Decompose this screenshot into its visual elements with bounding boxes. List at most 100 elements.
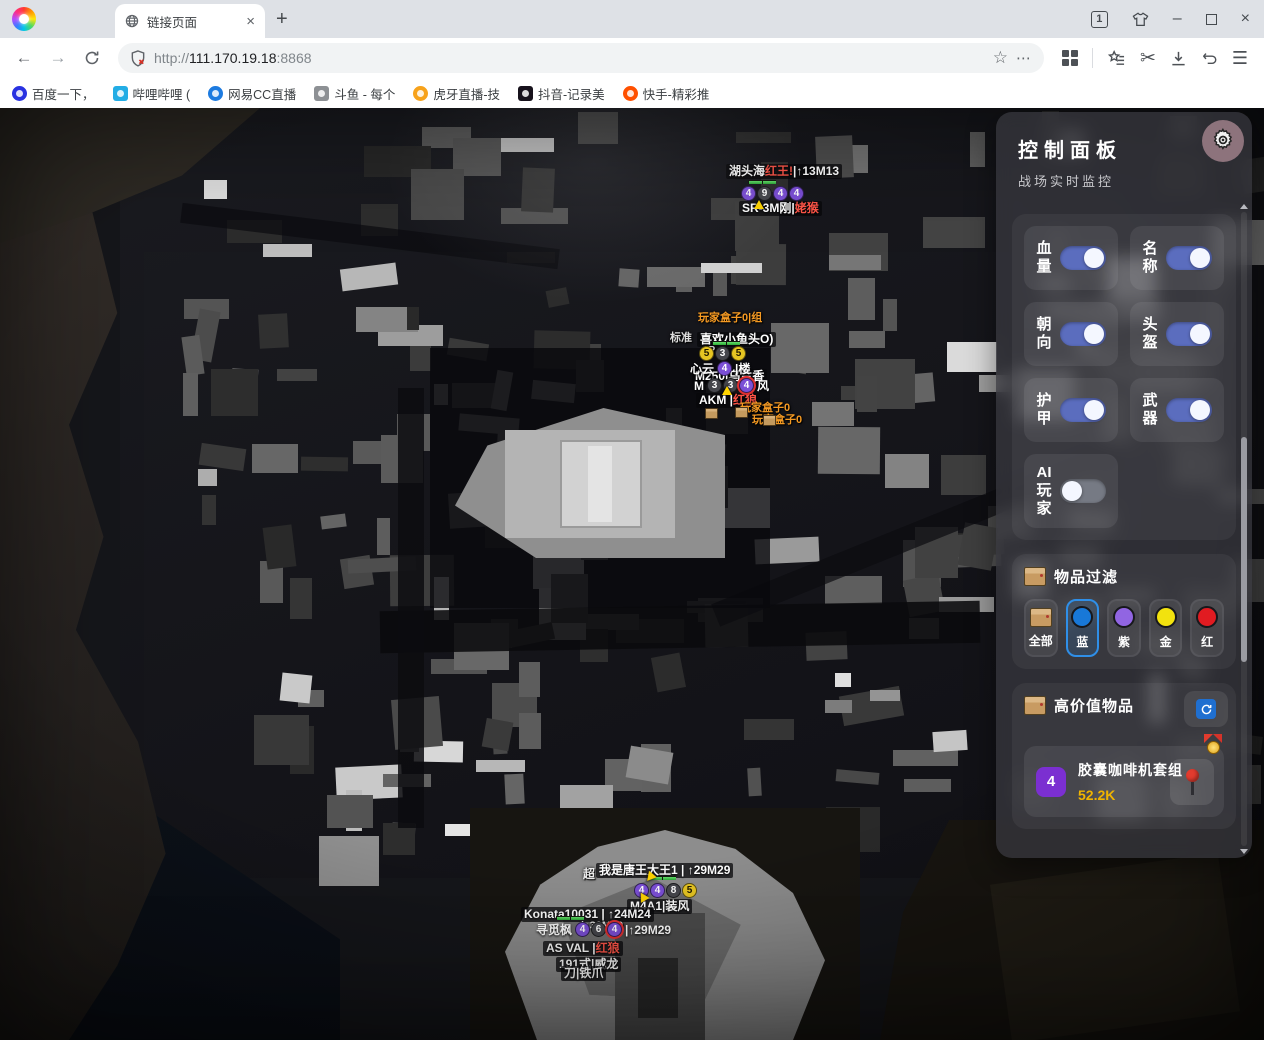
bookmark-label: 虎牙直播-技 <box>433 84 500 103</box>
reload-button[interactable] <box>78 44 106 72</box>
undo-icon[interactable] <box>1201 50 1218 66</box>
filter-option-金[interactable]: 金 <box>1149 599 1183 657</box>
bookmark-item[interactable]: 快手-精彩推 <box>623 84 710 103</box>
panel-scroll-up-icon[interactable] <box>1240 204 1248 209</box>
maximize-button[interactable] <box>1206 14 1217 25</box>
minimize-button[interactable]: – <box>1173 11 1182 27</box>
toggle-switch-血量[interactable] <box>1060 246 1106 270</box>
apps-grid-icon[interactable] <box>1062 50 1078 66</box>
filter-option-红[interactable]: 红 <box>1190 599 1224 657</box>
panel-subtitle: 战场实时监控 <box>1018 171 1230 190</box>
bookmarks-bar: 百度一下， 哔哩哔哩 ( 网易CC直播斗鱼 - 每个 虎牙直播-技 抖音-记录美 快手-精… <box>0 78 1264 108</box>
bookmark-label: 快手-精彩推 <box>643 84 710 103</box>
toggle-knob <box>1084 400 1104 420</box>
toggle-knob <box>1190 400 1210 420</box>
bookmark-star-icon[interactable]: ☆ <box>993 48 1008 68</box>
bookmark-item[interactable]: 抖音-记录美 <box>518 84 605 103</box>
toggle-label: 朝向 <box>1036 316 1051 352</box>
toggle-switch-护甲[interactable] <box>1060 398 1106 422</box>
color-dot-icon <box>1113 606 1135 628</box>
bookmark-item[interactable]: 百度一下， <box>12 84 95 103</box>
item-tier-badge: 4 <box>1036 767 1066 797</box>
bookmark-favicon-icon <box>208 86 223 101</box>
more-actions-icon[interactable]: ⋯ <box>1016 49 1032 67</box>
bookmark-label: 抖音-记录美 <box>538 84 605 103</box>
bookmark-item[interactable]: 哔哩哔哩 ( <box>113 84 191 103</box>
toggle-card-朝向[interactable]: 朝向 <box>1024 302 1118 366</box>
close-button[interactable]: × <box>1241 11 1250 27</box>
browser-tab[interactable]: 链接页面 × <box>115 4 265 38</box>
bookmark-item[interactable]: 斗鱼 - 每个 <box>314 84 395 103</box>
tier-badge: 3 <box>707 378 722 393</box>
toggle-card-头盔[interactable]: 头盔 <box>1130 302 1224 366</box>
filter-option-label: 紫 <box>1118 633 1130 650</box>
health-bar <box>556 916 584 920</box>
tab-count-badge[interactable]: 1 <box>1091 11 1108 28</box>
health-bar <box>748 180 776 184</box>
toggle-switch-头盔[interactable] <box>1166 322 1212 346</box>
forward-button[interactable]: → <box>44 44 72 72</box>
toggle-card-血量[interactable]: 血量 <box>1024 226 1118 290</box>
pin-icon <box>1191 782 1194 795</box>
toggle-knob <box>1084 248 1104 268</box>
tier-badge: 4 <box>789 186 804 201</box>
download-icon[interactable] <box>1170 50 1187 67</box>
medal-icon <box>1204 734 1222 760</box>
display-toggles-section: 血量 名称朝向 头盔护甲 武器AI玩家 <box>1012 214 1236 540</box>
tier-badge: 4 <box>741 186 756 201</box>
badge-row-suffix: |↑29M29 <box>625 923 671 937</box>
toggle-switch-AI玩家[interactable] <box>1060 479 1106 503</box>
toggle-card-护甲[interactable]: 护甲 <box>1024 378 1118 442</box>
player-name-plate: 刀|铁爪 <box>561 966 606 981</box>
loot-box-icon <box>705 408 718 419</box>
browser-window: 链接页面 × + 1 – × ← → http://111.170 <box>0 0 1264 1040</box>
toggle-label: 护甲 <box>1036 392 1051 428</box>
filter-option-label: 全部 <box>1029 632 1053 649</box>
toggle-switch-武器[interactable] <box>1166 398 1212 422</box>
health-bar <box>712 341 740 345</box>
player-name-plate: AS VAL |红狼 <box>543 941 623 956</box>
badge-row-suffix: |楼 <box>735 360 750 377</box>
theme-shirt-icon[interactable] <box>1132 12 1149 27</box>
medal-disc <box>1207 741 1220 754</box>
color-dot-icon <box>1071 606 1093 628</box>
toggle-card-AI玩家[interactable]: AI玩家 <box>1024 454 1118 528</box>
filter-option-label: 蓝 <box>1076 633 1088 650</box>
address-bar[interactable]: http://111.170.19.18:8868 ☆ ⋯ <box>118 43 1044 73</box>
tab-close-icon[interactable]: × <box>246 13 255 30</box>
bookmarks-list-icon[interactable] <box>1107 50 1126 67</box>
color-dot-icon <box>1196 606 1218 628</box>
toggle-switch-朝向[interactable] <box>1060 322 1106 346</box>
new-tab-button[interactable]: + <box>276 9 288 29</box>
bookmark-item[interactable]: 虎牙直播-技 <box>413 84 500 103</box>
high-value-title: 高价值物品 <box>1054 695 1134 716</box>
menu-icon[interactable]: ☰ <box>1232 48 1248 69</box>
toggle-label: 头盔 <box>1142 316 1157 352</box>
box-icon <box>1024 696 1046 715</box>
tier-badge: 3 <box>715 346 730 361</box>
screenshot-scissors-icon[interactable]: ✂ <box>1140 47 1156 70</box>
tier-badge: 5 <box>682 883 697 898</box>
refresh-button[interactable] <box>1184 691 1228 727</box>
filter-option-全部[interactable]: 全部 <box>1024 599 1058 657</box>
toggle-card-名称[interactable]: 名称 <box>1130 226 1224 290</box>
color-dot-icon <box>1155 606 1177 628</box>
high-value-item-card[interactable]: 4 胶囊咖啡机套组52.2K <box>1024 746 1224 817</box>
toggle-switch-名称[interactable] <box>1166 246 1212 270</box>
settings-button[interactable] <box>1202 120 1244 162</box>
gear-badge-row: 心云4|楼 <box>688 360 752 377</box>
locate-pin-button[interactable] <box>1170 759 1214 805</box>
insecure-shield-icon[interactable] <box>130 50 146 67</box>
toggle-card-武器[interactable]: 武器 <box>1130 378 1224 442</box>
filter-option-紫[interactable]: 紫 <box>1107 599 1141 657</box>
item-info: 胶囊咖啡机套组52.2K <box>1078 760 1183 803</box>
item-name: 胶囊咖啡机套组 <box>1078 760 1183 780</box>
url-text[interactable]: http://111.170.19.18:8868 <box>154 50 985 66</box>
panel-scrollbar-thumb[interactable] <box>1241 437 1247 662</box>
panel-scroll-down-icon[interactable] <box>1240 849 1248 854</box>
back-button[interactable]: ← <box>10 44 38 72</box>
toggle-label: 血量 <box>1036 240 1051 276</box>
bookmark-item[interactable]: 网易CC直播 <box>208 84 296 103</box>
high-value-section: 高价值物品 4 胶囊咖啡机套组52.2K <box>1012 683 1236 829</box>
filter-option-蓝[interactable]: 蓝 <box>1066 599 1100 657</box>
